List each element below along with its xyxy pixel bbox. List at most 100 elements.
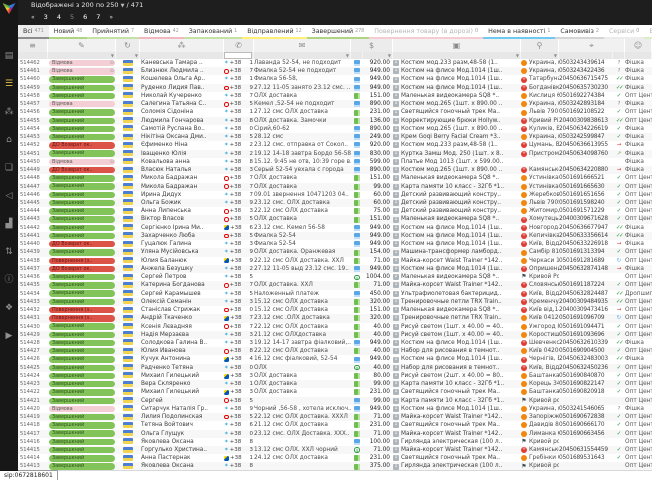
table-row[interactable]: 514449ДО Возврат ок..Власюк Наталья✶+383…: [18, 166, 652, 174]
tab-Сервіси[interactable]: Сервіси0: [604, 25, 644, 39]
tab-Всі[interactable]: Всі471: [18, 25, 49, 39]
filter-dropdown-icon[interactable]: ▼: [346, 52, 349, 59]
ttn-number[interactable]: 0501691313394: [559, 248, 613, 256]
phone-filter-input[interactable]: [224, 52, 252, 59]
filter-dropdown-icon[interactable]: ▼: [135, 52, 138, 59]
ttn-number[interactable]: 0501690672838: [559, 413, 613, 421]
table-row[interactable]: 514427ЗавершенийЮлия Иванова+38822.12 см…: [18, 347, 652, 355]
table-row[interactable]: 514437ДО Возврат ок..Анжела Безушку✶+382…: [18, 265, 652, 273]
company-icon[interactable]: ⌂: [0, 126, 18, 154]
ttn-number[interactable]: 0501691651656: [559, 191, 613, 199]
ttn-number[interactable]: 20450636613955: [559, 141, 613, 149]
ttn-number[interactable]: 0501691666521: [559, 174, 613, 182]
filter-dropdown-icon[interactable]: ▼: [554, 52, 557, 59]
ttn-number[interactable]: 20450636677947: [559, 224, 613, 232]
table-row[interactable]: 514435ЗавершенийКатерина Богданова+387ОЛ…: [18, 281, 652, 289]
table-row[interactable]: 514433ЗавершенийОлексій Семанін✶+38315.1…: [18, 298, 652, 306]
ttn-number[interactable]: 20400309473416: [559, 306, 613, 314]
column-header-order-id-icon[interactable]: ≡: [18, 39, 48, 52]
column-header-comment-icon[interactable]: ✉: [254, 39, 351, 52]
tab-Самовивіз[interactable]: Самовивіз2: [555, 25, 604, 39]
ttn-number[interactable]: 20450634098760: [559, 150, 613, 158]
ttn-number[interactable]: 0501691093696: [559, 331, 613, 339]
ttn-number[interactable]: 20400309671628: [559, 215, 613, 223]
send-icon[interactable]: ◁: [0, 182, 18, 210]
table-row[interactable]: 514424ЗавершенийМихаил Гилецький+383ОЛХ …: [18, 372, 652, 380]
table-row[interactable]: 514428ЗавершенийСолодкова Галина В..✶+38…: [18, 339, 652, 347]
ttn-number[interactable]: 0501690663456: [559, 430, 613, 438]
ttn-number[interactable]: 20450632610339: [559, 339, 613, 347]
table-row[interactable]: 514425ЗавершенийРадченко Тетяна✶+380ОЛХ$…: [18, 364, 652, 372]
table-row[interactable]: 514432Повернення (з..Станіслав Стрижак+3…: [18, 306, 652, 314]
page-button[interactable]: 6: [83, 13, 87, 21]
page-button[interactable]: 4: [57, 13, 61, 21]
table-row[interactable]: 514457ВідмоваСалегина Татьяна С..+385Кем…: [18, 100, 652, 108]
table-row[interactable]: 514418ЗавершенийТетяна Войтович✶+38621.1…: [18, 421, 652, 429]
last-page-button[interactable]: »: [109, 14, 113, 21]
table-row[interactable]: 514419ЗавершенийЛилия Подолинская+38522.…: [18, 413, 652, 421]
tab-Завершений[interactable]: Завершений278: [307, 25, 370, 39]
table-row[interactable]: 514462Відмова⊙Каневська Тамара ..✶+381Ла…: [18, 59, 652, 67]
dashboard-icon[interactable]: ▤: [0, 42, 18, 70]
table-row[interactable]: 514454ЗавершенийСамотій Руслана Во..✶+38…: [18, 125, 652, 133]
filter-dropdown-icon[interactable]: ▼: [516, 52, 519, 59]
ttn-number[interactable]: 0501692108522: [559, 108, 613, 116]
ttn-number[interactable]: 0501690666170: [559, 421, 613, 429]
table-row[interactable]: 514415ЗавершенийГоргулько Христина..✶+38…: [18, 446, 652, 454]
ttn-number[interactable]: 20400309484935: [559, 298, 613, 306]
tab-Прийнятий[interactable]: Прийнятий7: [87, 25, 139, 39]
ttn-number[interactable]: 20450633226918: [559, 240, 613, 248]
ttn-number[interactable]: 0501691281689: [559, 257, 613, 265]
ttn-number[interactable]: 0501691598240: [559, 199, 613, 207]
table-row[interactable]: 514436ЗавершенийСергей Петров✶+385$1004.…: [18, 273, 652, 281]
ttn-number[interactable]: 0501691187224: [559, 281, 613, 289]
tab-В дорозі додому[interactable]: В дорозі додому0: [644, 25, 652, 39]
ttn-number[interactable]: 20450632874148: [559, 265, 613, 273]
column-header-money-icon[interactable]: $: [351, 39, 393, 52]
ttn-number[interactable]: 20450634220880: [559, 166, 613, 174]
ttn-number[interactable]: [559, 273, 613, 281]
ttn-number[interactable]: 20450632483003: [559, 355, 613, 363]
table-row[interactable]: 514423ЗавершенийВера Скляренко✶+381ОЛХ д…: [18, 380, 652, 388]
ttn-number[interactable]: 0501690822147: [559, 380, 613, 388]
table-row[interactable]: 514426ЗавершенийКучук Антонина+38416.12 …: [18, 355, 652, 363]
ttn-number[interactable]: 0503241546065: [559, 405, 613, 413]
integrations-icon[interactable]: ❖: [0, 294, 18, 322]
table-row[interactable]: 514441ЗавершенийЗахарченко Люба+385Фиалк…: [18, 232, 652, 240]
table-row[interactable]: 514458ЗавершенийНиколай Кучеренко✶+387ОЛ…: [18, 92, 652, 100]
ttn-number[interactable]: 0503242599847: [559, 133, 613, 141]
column-header-ttn-icon[interactable]: ⌖: [559, 39, 625, 52]
ttn-number[interactable]: 20450636715475: [559, 75, 613, 83]
tab-Нема в наявності[interactable]: Нема в наявності1: [483, 25, 555, 39]
table-row[interactable]: 514444ЗавершенийАнна Липенська+38322.12 …: [18, 207, 652, 215]
ttn-number[interactable]: 0501692274384: [559, 92, 613, 100]
table-row[interactable]: 514430ЗавершенийКсенія Лєвадняя+38722.12…: [18, 323, 652, 331]
table-row[interactable]: 514450Відмова⊙Ковальова анна✶+38815.12. …: [18, 158, 652, 166]
customers-icon[interactable]: ⁂: [0, 98, 18, 126]
page-button[interactable]: 3: [44, 13, 48, 21]
table-row[interactable]: 514461Відмова⊙Близнюк Людмила ..+387Фиал…: [18, 67, 652, 75]
tab-Відмова[interactable]: Відмова42: [139, 25, 184, 39]
first-page-button[interactable]: «: [31, 14, 35, 21]
table-row[interactable]: 514440ДО Возврат ок..Гуцалюк Галина✶+383…: [18, 240, 652, 248]
table-row[interactable]: 514451ЗавершенийІващенко Юлія✶+38219.12 …: [18, 150, 652, 158]
table-row[interactable]: 514434ЗавершенийСергей Карамышев✶+385Нал…: [18, 290, 652, 298]
tab-Відправлений[interactable]: Відправлений12: [242, 25, 306, 39]
ttn-number[interactable]: 0501689531643: [559, 454, 613, 462]
orders-icon[interactable]: ☰: [0, 70, 18, 98]
ttn-number[interactable]: [559, 438, 613, 446]
tune-icon[interactable]: ⇅: [0, 238, 18, 266]
ttn-number[interactable]: 0501691094471: [559, 323, 613, 331]
table-row[interactable]: 514448ЗавершенийМикола Бадражан+387ОЛХ д…: [18, 174, 652, 182]
table-row[interactable]: 514442ЗавершенийСергієнко Ірина Ми..+386…: [18, 224, 652, 232]
ttn-number[interactable]: 0501691096709: [559, 314, 613, 322]
page-button[interactable]: 5: [70, 13, 74, 21]
table-row[interactable]: 514455ЗавершенийЛюдмила Гончарова✶+388ОЛ…: [18, 117, 652, 125]
table-row[interactable]: 514422ЗавершенийМихаил Гилецький+383ОЛХ …: [18, 388, 652, 396]
table-row[interactable]: 514429ЗавершенийНадія Мерзаєва✶+38321.12…: [18, 331, 652, 339]
ttn-number[interactable]: 20450634226619: [559, 125, 613, 133]
ttn-number[interactable]: 0501690840870: [559, 372, 613, 380]
table-row[interactable]: 514453ЗавершенийНікітіна Оксана Дми..✶+3…: [18, 133, 652, 141]
table-row[interactable]: 514416ЗавершенийЯковлева Оксана✶+388100.…: [18, 438, 652, 446]
ttn-number[interactable]: 20450635730230: [559, 84, 613, 92]
